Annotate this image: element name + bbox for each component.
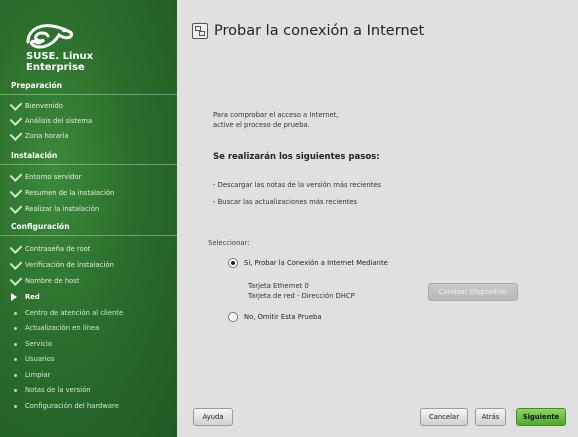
title-row: Probar la conexión a Internet xyxy=(192,23,424,39)
sidebar-item-centro-atencion: Centro de atención al cliente xyxy=(11,307,123,319)
sidebar-item-root-password: Contraseña de root xyxy=(9,241,91,255)
current-step-arrow-icon xyxy=(11,293,17,301)
check-icon xyxy=(9,185,23,198)
sidebar-item-hostname: Nombre de host xyxy=(9,273,80,287)
bullet-icon xyxy=(14,373,17,377)
sidebar-item-label: Zona horaria xyxy=(25,132,69,140)
sidebar-item-label: Notas de la versión xyxy=(25,386,91,394)
sidebar-item-hardware: Configuración del hardware xyxy=(11,400,119,412)
radio-selected-icon[interactable] xyxy=(228,258,238,268)
check-icon xyxy=(9,273,23,286)
steps-heading: Se realizarán los siguientes pasos: xyxy=(213,152,380,162)
sidebar-item-label: Usuarios xyxy=(25,355,55,363)
main-panel: Probar la conexión a Internet Para compr… xyxy=(177,0,578,437)
check-icon xyxy=(9,98,23,111)
sidebar-item-label: Limpiar xyxy=(25,371,51,379)
help-button[interactable]: Ayuda xyxy=(193,408,233,426)
check-icon xyxy=(9,128,23,141)
check-icon xyxy=(9,257,23,270)
option-yes-label: Sí, Probar la Conexión a Internet Median… xyxy=(244,259,388,267)
sidebar-item-label: Realizar la instalación xyxy=(25,205,100,213)
section-preparacion: Preparación xyxy=(11,81,62,90)
bullet-icon xyxy=(14,342,17,346)
divider xyxy=(0,235,177,236)
sidebar-item-label: Contraseña de root xyxy=(25,245,91,253)
brand-line1: SUSE. Linux xyxy=(26,51,94,62)
option-yes-radio[interactable]: Sí, Probar la Conexión a Internet Median… xyxy=(228,258,388,268)
intro-text-1: Para comprobar el acceso a Internet, xyxy=(213,111,339,119)
brand-line2: Enterprise xyxy=(26,62,85,73)
sidebar-item-actualizacion: Actualización en línea xyxy=(11,322,99,334)
sidebar-item-verificacion: Verificación de instalación xyxy=(9,257,114,271)
sidebar-item-zona-horaria: Zona horaria xyxy=(9,128,69,142)
change-device-button[interactable]: Cambiar Dispositivo xyxy=(428,283,518,301)
sidebar-item-realizar: Realizar la instalación xyxy=(9,201,100,215)
intro-text-2: active el proceso de prueba. xyxy=(213,121,310,129)
sidebar-item-label: Servicio xyxy=(25,340,52,348)
section-instalacion: Instalación xyxy=(11,151,58,160)
installer-window: SUSE. Linux Enterprise Preparación Bienv… xyxy=(0,0,578,437)
sidebar-item-bienvenido: Bienvenido xyxy=(9,98,63,112)
step-1: - Descargar las notas de la versión más … xyxy=(213,181,382,189)
sidebar-item-notas: Notas de la versión xyxy=(11,384,91,396)
bullet-icon xyxy=(14,311,17,315)
device-line-1: Tarjeta Ethernet 0 xyxy=(248,282,309,290)
option-no-label: No, Omitir Esta Prueba xyxy=(244,313,322,321)
sidebar-item-label: Resumen de la instalación xyxy=(25,189,115,197)
divider xyxy=(0,164,177,165)
step-2: - Buscar las actualizaciones más recient… xyxy=(213,198,358,206)
page-title: Probar la conexión a Internet xyxy=(214,23,425,39)
suse-logo-icon xyxy=(26,24,73,49)
sidebar-item-resumen: Resumen de la instalación xyxy=(9,185,115,199)
sidebar-item-label: Centro de atención al cliente xyxy=(25,309,124,317)
sidebar-item-red: Red xyxy=(11,291,40,303)
sidebar-item-label: Nombre de host xyxy=(25,277,80,285)
network-computers-icon xyxy=(192,23,208,39)
back-button[interactable]: Atrás xyxy=(475,408,506,426)
check-icon xyxy=(9,113,23,126)
sidebar-item-usuarios: Usuarios xyxy=(11,353,54,365)
device-line-2: Tarjeta de red - Dirección DHCP xyxy=(248,292,355,300)
bullet-icon xyxy=(14,388,17,392)
sidebar-item-label: Red xyxy=(25,293,40,301)
sidebar-item-label: Entorno servidor xyxy=(25,173,82,181)
select-label: Seleccionar: xyxy=(208,239,250,247)
section-configuracion: Configuración xyxy=(11,222,70,231)
sidebar-item-label: Bienvenido xyxy=(25,102,63,110)
sidebar-item-analisis: Análisis del sistema xyxy=(9,113,93,127)
sidebar: SUSE. Linux Enterprise Preparación Bienv… xyxy=(0,0,177,437)
check-icon xyxy=(9,169,23,182)
sidebar-item-label: Verificación de instalación xyxy=(25,261,114,269)
sidebar-item-label: Análisis del sistema xyxy=(25,117,93,125)
bullet-icon xyxy=(14,404,17,408)
check-icon xyxy=(9,241,23,254)
cancel-button[interactable]: Cancelar xyxy=(420,408,468,426)
sidebar-item-label: Configuración del hardware xyxy=(25,402,119,410)
sidebar-item-servicio: Servicio xyxy=(11,338,52,350)
bullet-icon xyxy=(14,326,17,330)
divider xyxy=(0,94,177,95)
radio-unselected-icon[interactable] xyxy=(228,312,238,322)
brand-text: SUSE. Linux Enterprise xyxy=(26,51,93,73)
bullet-icon xyxy=(14,357,17,361)
option-no-radio[interactable]: No, Omitir Esta Prueba xyxy=(228,312,322,322)
sidebar-item-label: Actualización en línea xyxy=(25,324,100,332)
sidebar-item-limpiar: Limpiar xyxy=(11,369,50,381)
check-icon xyxy=(9,201,23,214)
next-button[interactable]: Siguiente xyxy=(516,408,566,426)
sidebar-item-entorno: Entorno servidor xyxy=(9,169,82,183)
